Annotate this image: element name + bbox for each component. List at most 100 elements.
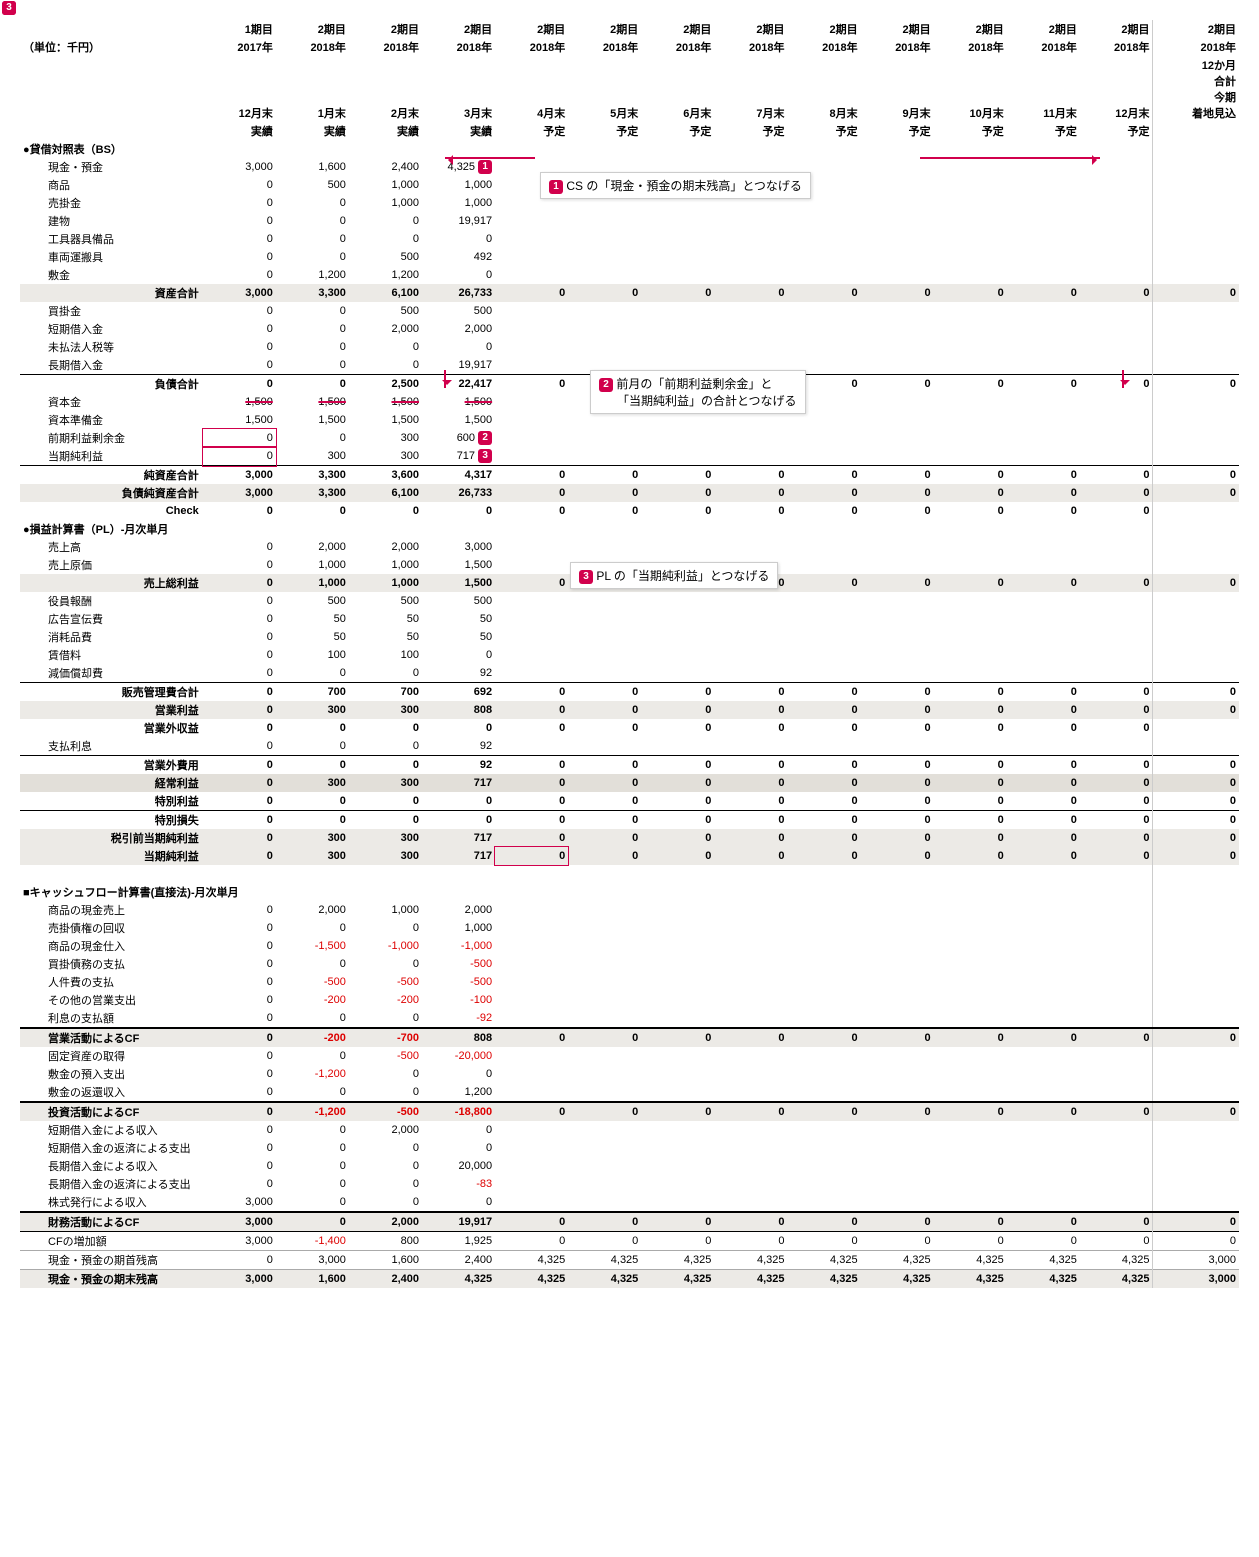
pl-cell-4-13 — [1153, 610, 1239, 628]
cf-cell-2-11 — [1007, 937, 1080, 955]
bs-cell-1-3: 1,000 — [422, 176, 495, 194]
pl-cell-1-11 — [1007, 556, 1080, 574]
bs-cell-4-3: 0 — [422, 230, 495, 248]
bs-cell-15-12 — [1080, 429, 1153, 447]
bs-cell-9-10 — [934, 320, 1007, 338]
pl-cell-0-4 — [495, 538, 568, 556]
callout-3-text: PL の「当期純利益」とつなげる — [596, 569, 769, 583]
pl-cell-0-13 — [1153, 538, 1239, 556]
pl-label-3: 役員報酬 — [20, 592, 203, 610]
pl-cell-9-0: 0 — [203, 701, 276, 719]
header-cell: 3月末 — [422, 56, 495, 122]
pl-cell-14-11: 0 — [1007, 792, 1080, 811]
cf-cell-15-7 — [714, 1175, 787, 1193]
cf-cell-10-12 — [1080, 1083, 1153, 1102]
pl-cell-17-13: 0 — [1153, 847, 1239, 865]
pl-label-5: 消耗品費 — [20, 628, 203, 646]
cf-cell-4-8 — [787, 973, 860, 991]
pl-cell-17-2: 300 — [349, 847, 422, 865]
cf-cell-17-9: 0 — [861, 1212, 934, 1232]
bs-cell-14-13 — [1153, 411, 1239, 429]
pl-cell-0-7 — [714, 538, 787, 556]
pl-cell-13-5: 0 — [568, 774, 641, 792]
pl-title: ●損益計算書（PL）-月次単月 — [20, 520, 203, 538]
bs-cell-18-1: 3,300 — [276, 484, 349, 502]
header-cell: 2018年 — [787, 38, 860, 56]
pl-cell-5-11 — [1007, 628, 1080, 646]
pl-cell-0-6 — [641, 538, 714, 556]
header-cell: 11月末 — [1007, 56, 1080, 122]
bs-cell-2-2: 1,000 — [349, 194, 422, 212]
pl-cell-0-11 — [1007, 538, 1080, 556]
pl-cell-3-9 — [861, 592, 934, 610]
pl-cell-4-7 — [714, 610, 787, 628]
cf-cell-3-11 — [1007, 955, 1080, 973]
cf-cell-18-11: 0 — [1007, 1232, 1080, 1251]
cf-cell-19-3: 2,400 — [422, 1251, 495, 1270]
bs-cell-7-5: 0 — [568, 284, 641, 302]
pl-label-14: 特別利益 — [20, 792, 203, 811]
cf-cell-15-8 — [787, 1175, 860, 1193]
cf-cell-1-2: 0 — [349, 919, 422, 937]
pl-cell-9-11: 0 — [1007, 701, 1080, 719]
badge-1-icon: 1 — [549, 180, 563, 194]
bs-cell-5-13 — [1153, 248, 1239, 266]
bs-cell-17-4: 0 — [495, 466, 568, 485]
pl-cell-9-8: 0 — [787, 701, 860, 719]
bs-cell-2-13 — [1153, 194, 1239, 212]
pl-cell-0-1: 2,000 — [276, 538, 349, 556]
bs-cell-17-3: 4,317 — [422, 466, 495, 485]
bs-label-6: 敷金 — [20, 266, 203, 284]
callout-1-text: CS の「現金・預金の期末残高」とつなげる — [566, 179, 802, 193]
bs-cell-6-0: 0 — [203, 266, 276, 284]
header-cell: 予定 — [495, 122, 568, 140]
arrow-1-right — [920, 157, 1100, 159]
bs-cell-5-0: 0 — [203, 248, 276, 266]
cf-cell-20-1: 1,600 — [276, 1270, 349, 1289]
header-cell: 2018年 — [422, 38, 495, 56]
bs-label-17: 純資産合計 — [20, 466, 203, 485]
cf-cell-4-10 — [934, 973, 1007, 991]
pl-cell-8-3: 692 — [422, 683, 495, 702]
cf-cell-12-11 — [1007, 1121, 1080, 1139]
pl-cell-13-7: 0 — [714, 774, 787, 792]
pl-label-16: 税引前当期純利益 — [20, 829, 203, 847]
pl-cell-15-8: 0 — [787, 811, 860, 830]
header-cell: 予定 — [714, 122, 787, 140]
pl-cell-10-9: 0 — [861, 719, 934, 737]
cf-cell-16-6 — [641, 1193, 714, 1212]
bs-cell-10-3: 0 — [422, 338, 495, 356]
pl-cell-13-8: 0 — [787, 774, 860, 792]
bs-cell-5-10 — [934, 248, 1007, 266]
cf-cell-0-5 — [568, 901, 641, 919]
pl-cell-3-11 — [1007, 592, 1080, 610]
header-cell: 1期目 — [203, 20, 276, 38]
bs-label-3: 建物 — [20, 212, 203, 230]
bs-cell-9-11 — [1007, 320, 1080, 338]
cf-cell-10-7 — [714, 1083, 787, 1102]
pl-cell-15-1: 0 — [276, 811, 349, 830]
pl-cell-14-6: 0 — [641, 792, 714, 811]
cf-cell-11-6: 0 — [641, 1102, 714, 1121]
bs-cell-18-9: 0 — [861, 484, 934, 502]
bs-cell-4-7 — [714, 230, 787, 248]
header-cell: 1月末 — [276, 56, 349, 122]
pl-cell-15-3: 0 — [422, 811, 495, 830]
cf-cell-14-5 — [568, 1157, 641, 1175]
cf-cell-7-6: 0 — [641, 1028, 714, 1047]
bs-cell-10-7 — [714, 338, 787, 356]
cf-cell-7-11: 0 — [1007, 1028, 1080, 1047]
pl-cell-7-1: 0 — [276, 664, 349, 683]
cf-cell-2-3: -1,000 — [422, 937, 495, 955]
pl-cell-8-5: 0 — [568, 683, 641, 702]
pl-cell-7-9 — [861, 664, 934, 683]
cf-label-18: CFの増加額 — [20, 1232, 203, 1251]
pl-cell-16-12: 0 — [1080, 829, 1153, 847]
bs-cell-14-11 — [1007, 411, 1080, 429]
bs-cell-13-13 — [1153, 393, 1239, 411]
cf-label-13: 短期借入金の返済による支出 — [20, 1139, 203, 1157]
pl-cell-14-1: 0 — [276, 792, 349, 811]
bs-cell-14-1: 1,500 — [276, 411, 349, 429]
cf-cell-14-12 — [1080, 1157, 1153, 1175]
bs-cell-8-1: 0 — [276, 302, 349, 320]
